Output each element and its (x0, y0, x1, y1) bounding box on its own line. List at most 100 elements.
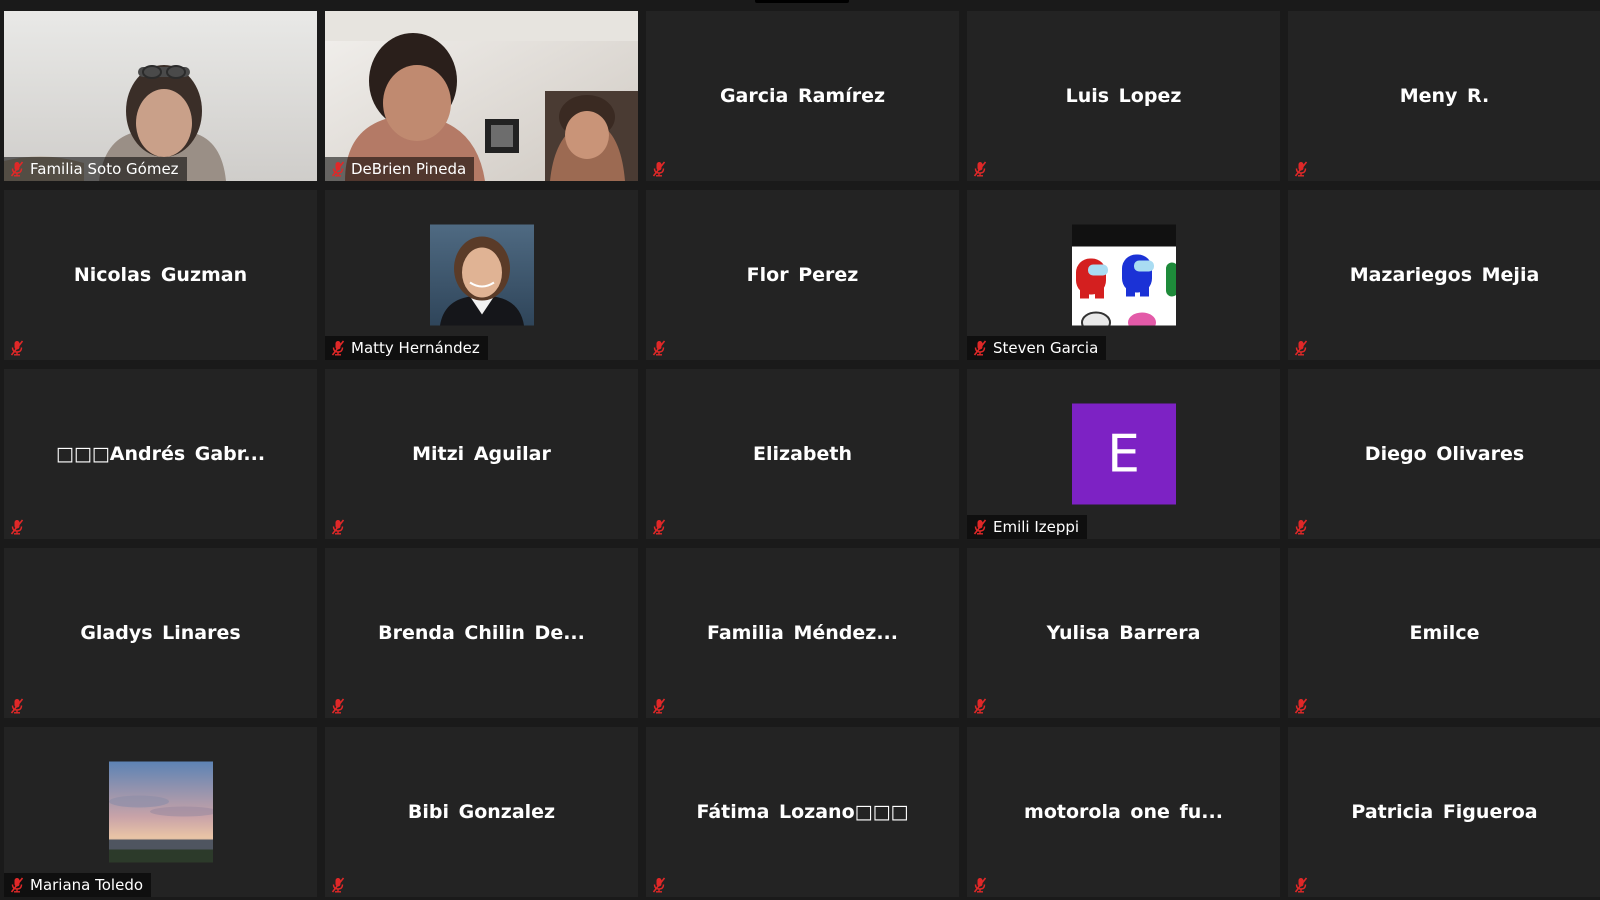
participant-name: Garcia Ramírez (719, 85, 886, 107)
mic-muted-icon (652, 340, 666, 356)
participant-name-tag (967, 157, 995, 181)
participant-name-tag: Emili Izeppi (967, 515, 1088, 539)
participant-name: Mitzi Aguilar (412, 443, 551, 465)
participant-tile[interactable]: Emilce (1288, 548, 1600, 718)
participant-tile[interactable]: Luis Lopez (967, 11, 1280, 181)
participant-name-tag (646, 515, 674, 539)
participant-tile[interactable]: Mitzi Aguilar (325, 369, 638, 539)
participant-grid: Familia Soto Gómez DeBrien Pineda Garcia… (4, 11, 1600, 897)
participant-tile[interactable]: Diego Olivares (1288, 369, 1600, 539)
participant-tile[interactable]: Mazariegos Mejia (1288, 190, 1600, 360)
participant-name-tag (646, 694, 674, 718)
participant-tile[interactable]: □□□Andrés Gabr... (4, 369, 317, 539)
mic-muted-icon (331, 877, 345, 893)
participant-tile[interactable]: DeBrien Pineda (325, 11, 638, 181)
profile-photo (108, 761, 213, 863)
participant-name: Meny R. (1399, 85, 1490, 107)
participant-name-tag (1288, 873, 1316, 897)
mic-muted-icon (331, 698, 345, 714)
participant-tile[interactable]: Fátima Lozano□□□ (646, 727, 959, 897)
participant-name-tag: DeBrien Pineda (325, 157, 475, 181)
participant-name-tag (967, 694, 995, 718)
participant-name-tag (646, 873, 674, 897)
participant-name: Familia Soto Gómez (30, 160, 179, 178)
mic-muted-icon (10, 340, 24, 356)
participant-name-tag (1288, 694, 1316, 718)
participant-tile[interactable]: E Emili Izeppi (967, 369, 1280, 539)
participant-name: Flor Perez (746, 264, 859, 286)
mic-muted-icon (652, 161, 666, 177)
participant-name: Bibi Gonzalez (407, 801, 556, 823)
participant-name: Patricia Figueroa (1351, 801, 1538, 823)
participant-name-tag (325, 515, 353, 539)
participant-name: motorola one fu... (1024, 801, 1223, 823)
mic-muted-icon (973, 340, 987, 356)
participant-tile[interactable]: Mariana Toledo (4, 727, 317, 897)
participant-name: Nicolas Guzman (73, 264, 248, 286)
participant-name-tag: Steven Garcia (967, 336, 1107, 360)
mic-muted-icon (1294, 340, 1308, 356)
participant-tile[interactable]: Elizabeth (646, 369, 959, 539)
participant-name: □□□Andrés Gabr... (55, 443, 266, 465)
mic-muted-icon (1294, 519, 1308, 535)
gallery-view: Familia Soto Gómez DeBrien Pineda Garcia… (0, 0, 1600, 900)
participant-name: Familia Méndez... (707, 622, 898, 644)
mic-muted-icon (1294, 161, 1308, 177)
mic-muted-icon (973, 519, 987, 535)
mic-muted-icon (10, 698, 24, 714)
mic-muted-icon (10, 877, 24, 893)
participant-name: Steven Garcia (993, 339, 1099, 357)
participant-name-tag: Mariana Toledo (4, 873, 152, 897)
mic-muted-icon (973, 877, 987, 893)
participant-name: Gladys Linares (80, 622, 241, 644)
participant-tile[interactable]: Flor Perez (646, 190, 959, 360)
mic-muted-icon (973, 161, 987, 177)
participant-tile[interactable]: Garcia Ramírez (646, 11, 959, 181)
participant-tile[interactable]: Bibi Gonzalez (325, 727, 638, 897)
top-toolbar-handle[interactable] (755, 0, 849, 3)
participant-name-tag (1288, 157, 1316, 181)
profile-photo (1071, 224, 1176, 326)
avatar-letter: E (1071, 403, 1176, 505)
participant-name: Mariana Toledo (30, 876, 144, 894)
participant-tile[interactable]: Familia Soto Gómez (4, 11, 317, 181)
mic-muted-icon (652, 519, 666, 535)
mic-muted-icon (331, 161, 345, 177)
video-feed (4, 11, 317, 181)
profile-photo (429, 224, 534, 326)
participant-tile[interactable]: Steven Garcia (967, 190, 1280, 360)
participant-tile[interactable]: Familia Méndez... (646, 548, 959, 718)
participant-name-tag (4, 694, 32, 718)
participant-tile[interactable]: Brenda Chilin De... (325, 548, 638, 718)
mic-muted-icon (10, 519, 24, 535)
participant-tile[interactable]: Meny R. (1288, 11, 1600, 181)
participant-tile[interactable]: Gladys Linares (4, 548, 317, 718)
participant-name: Fátima Lozano□□□ (696, 801, 909, 823)
mic-muted-icon (1294, 698, 1308, 714)
participant-name: DeBrien Pineda (351, 160, 467, 178)
mic-muted-icon (10, 161, 24, 177)
participant-name-tag: Familia Soto Gómez (4, 157, 187, 181)
participant-tile[interactable]: Yulisa Barrera (967, 548, 1280, 718)
participant-tile[interactable]: Patricia Figueroa (1288, 727, 1600, 897)
participant-name-tag (4, 515, 32, 539)
participant-name-tag: Matty Hernández (325, 336, 488, 360)
participant-name: Yulisa Barrera (1046, 622, 1201, 644)
participant-name: Luis Lopez (1065, 85, 1182, 107)
participant-tile[interactable]: Nicolas Guzman (4, 190, 317, 360)
participant-name-tag (646, 336, 674, 360)
mic-muted-icon (331, 340, 345, 356)
participant-tile[interactable]: Matty Hernández (325, 190, 638, 360)
video-feed (325, 11, 638, 181)
participant-name: Mazariegos Mejia (1349, 264, 1540, 286)
mic-muted-icon (973, 698, 987, 714)
participant-name-tag (4, 336, 32, 360)
participant-name: Brenda Chilin De... (378, 622, 585, 644)
participant-name-tag (325, 694, 353, 718)
participant-name-tag (325, 873, 353, 897)
participant-name: Emili Izeppi (993, 518, 1080, 536)
mic-muted-icon (652, 698, 666, 714)
participant-name: Diego Olivares (1364, 443, 1525, 465)
participant-name-tag (1288, 336, 1316, 360)
participant-tile[interactable]: motorola one fu... (967, 727, 1280, 897)
